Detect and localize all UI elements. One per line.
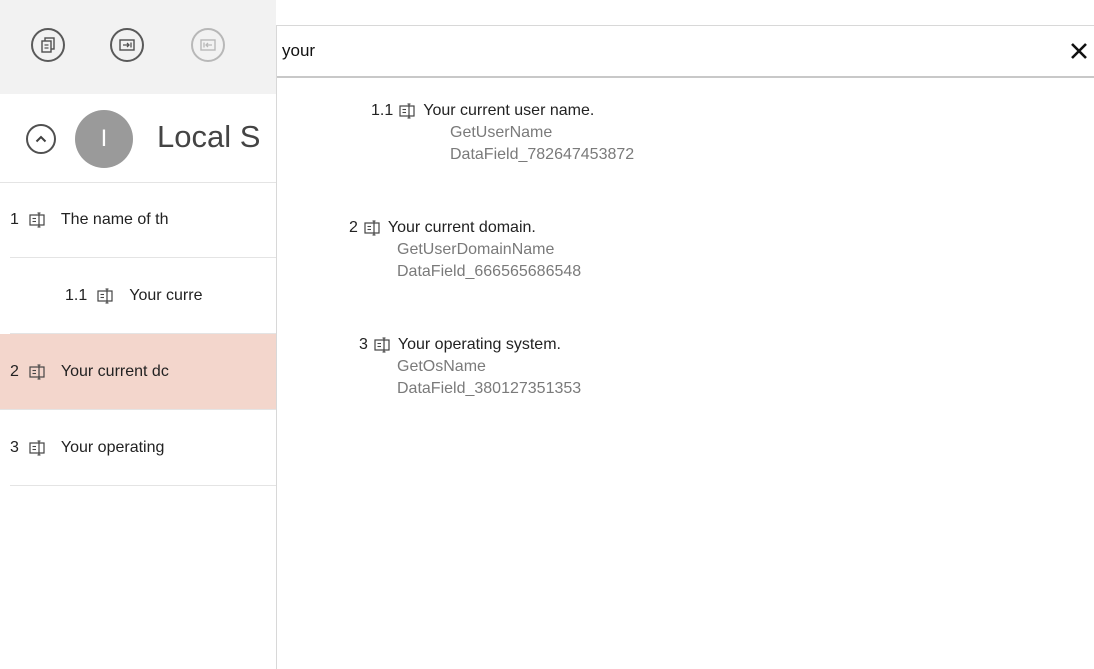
result-field-id: DataField_666565686548 xyxy=(397,263,582,280)
result-field-id: DataField_380127351353 xyxy=(397,380,582,397)
list-item-selected[interactable]: 2 Your current dc xyxy=(0,334,276,410)
result-method: GetUserName xyxy=(450,124,553,141)
row-label: Your operating xyxy=(60,438,165,456)
data-field-icon xyxy=(29,363,45,380)
result-method: GetUserDomainName xyxy=(397,241,555,258)
clear-search-button[interactable] xyxy=(1066,36,1092,66)
data-field-icon xyxy=(399,103,415,119)
search-panel: 1.1 Your current user name. GetUserName … xyxy=(276,25,1094,669)
collapse-button[interactable] xyxy=(26,124,56,154)
row-label: The name of th xyxy=(60,210,169,228)
section-header: I Local S xyxy=(0,94,276,183)
copy-fields-icon xyxy=(41,37,55,53)
section-title: Local S xyxy=(157,119,261,154)
search-result[interactable]: 2 Your current domain. GetUserDomainName… xyxy=(349,217,581,283)
row-number: 1 xyxy=(10,210,19,228)
row-label: Your curre xyxy=(129,286,203,304)
copy-fields-button[interactable] xyxy=(31,28,65,62)
row-number: 3 xyxy=(10,438,19,456)
result-number: 2 xyxy=(349,219,358,236)
row-number: 1.1 xyxy=(65,286,88,304)
list-item[interactable]: 3 Your operating xyxy=(10,410,276,486)
insert-field-button[interactable] xyxy=(110,28,144,62)
search-result[interactable]: 3 Your operating system. GetOsName DataF… xyxy=(359,334,581,400)
chevron-up-icon xyxy=(35,135,47,143)
list-item[interactable]: 1.1 Your curre xyxy=(10,258,276,334)
result-label: Your current domain. xyxy=(387,219,536,236)
main-pane: I Local S 1 The name of th 1.1 Your curr… xyxy=(0,0,276,669)
result-label: Your current user name. xyxy=(423,102,595,119)
avatar-letter: I xyxy=(100,125,108,152)
remove-field-icon xyxy=(200,39,216,51)
result-label: Your operating system. xyxy=(397,336,561,353)
result-number: 1.1 xyxy=(371,102,394,119)
list-item[interactable]: 1 The name of th xyxy=(10,182,276,258)
result-method: GetOsName xyxy=(397,358,486,375)
data-field-icon xyxy=(29,439,45,456)
data-field-icon xyxy=(374,337,390,353)
data-field-icon xyxy=(97,287,113,304)
toolbar xyxy=(0,0,276,94)
close-icon xyxy=(1071,43,1087,59)
avatar: I xyxy=(75,110,133,168)
insert-field-icon xyxy=(119,39,135,51)
remove-field-button[interactable] xyxy=(191,28,225,62)
data-field-icon xyxy=(29,211,45,228)
data-field-icon xyxy=(364,220,380,236)
result-number: 3 xyxy=(359,336,368,353)
search-input[interactable] xyxy=(282,38,1042,64)
search-bar xyxy=(277,26,1094,78)
search-result[interactable]: 1.1 Your current user name. GetUserName … xyxy=(371,100,634,166)
row-label: Your current dc xyxy=(60,362,169,380)
row-number: 2 xyxy=(10,362,19,380)
result-field-id: DataField_782647453872 xyxy=(450,146,635,163)
